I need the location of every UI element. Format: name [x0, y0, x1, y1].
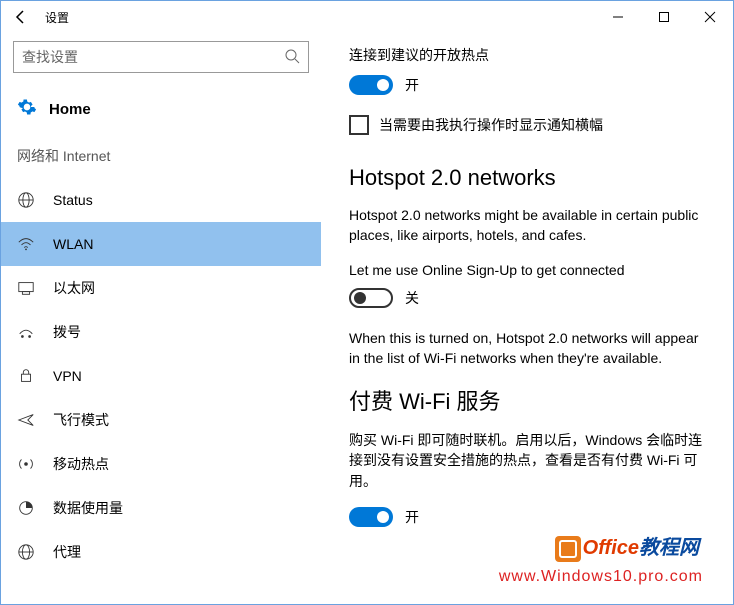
paid-wifi-desc: 购买 Wi-Fi 即可随时联机。启用以后，Windows 会临时连接到没有设置安… [349, 430, 705, 491]
hotspot2-note: When this is turned on, Hotspot 2.0 netw… [349, 328, 705, 369]
hotspot2-heading: Hotspot 2.0 networks [349, 165, 705, 191]
sidebar-item-label: 以太网 [53, 278, 95, 298]
sidebar-item-label: 移动热点 [53, 454, 109, 474]
paid-wifi-toggle[interactable] [349, 507, 393, 527]
home-button[interactable]: Home [1, 89, 321, 138]
sidebar-item-airplane[interactable]: 飞行模式 [1, 398, 321, 442]
online-signup-state: 关 [405, 288, 419, 308]
maximize-button[interactable] [641, 1, 687, 33]
watermark-brand: Office教程网 [555, 531, 699, 562]
vpn-icon [17, 367, 35, 385]
search-placeholder: 查找设置 [22, 47, 78, 67]
proxy-icon [17, 543, 35, 561]
sidebar-item-hotspot[interactable]: 移动热点 [1, 442, 321, 486]
sidebar-item-label: 代理 [53, 542, 81, 562]
hotspot-icon [17, 455, 35, 473]
wifi-icon [17, 235, 35, 253]
sidebar-item-label: VPN [53, 368, 82, 384]
sidebar-item-proxy[interactable]: 代理 [1, 530, 321, 574]
sidebar: 查找设置 Home 网络和 Internet Status WLAN 以太网 [1, 33, 321, 604]
data-usage-icon [17, 499, 35, 517]
sidebar-item-ethernet[interactable]: 以太网 [1, 266, 321, 310]
search-icon [284, 48, 300, 67]
close-button[interactable] [687, 1, 733, 33]
sidebar-item-vpn[interactable]: VPN [1, 354, 321, 398]
open-hotspot-toggle[interactable] [349, 75, 393, 95]
gear-icon [17, 97, 37, 122]
notify-checkbox[interactable] [349, 115, 369, 135]
search-input[interactable]: 查找设置 [13, 41, 309, 73]
brand-icon [555, 536, 581, 562]
sidebar-item-label: Status [53, 192, 93, 208]
category-header: 网络和 Internet [1, 138, 321, 178]
online-signup-toggle[interactable] [349, 288, 393, 308]
paid-wifi-heading: 付费 Wi-Fi 服务 [349, 384, 705, 416]
content-pane: 连接到建议的开放热点 开 当需要由我执行操作时显示通知横幅 Hotspot 2.… [321, 33, 733, 604]
sidebar-item-dialup[interactable]: 拨号 [1, 310, 321, 354]
airplane-icon [17, 411, 35, 429]
back-button[interactable] [1, 1, 41, 33]
sidebar-item-wlan[interactable]: WLAN [1, 222, 321, 266]
sidebar-item-label: WLAN [53, 236, 93, 252]
nav-list: Status WLAN 以太网 拨号 VPN 飞行模式 [1, 178, 321, 574]
hotspot2-desc: Hotspot 2.0 networks might be available … [349, 205, 705, 246]
notify-checkbox-label: 当需要由我执行操作时显示通知横幅 [379, 115, 603, 135]
window-title: 设置 [45, 9, 69, 26]
home-label: Home [49, 101, 91, 118]
sidebar-item-status[interactable]: Status [1, 178, 321, 222]
dialup-icon [17, 323, 35, 341]
open-hotspot-state: 开 [405, 75, 419, 95]
sidebar-item-datausage[interactable]: 数据使用量 [1, 486, 321, 530]
open-hotspot-label: 连接到建议的开放热点 [349, 45, 705, 65]
globe-icon [17, 191, 35, 209]
sidebar-item-label: 拨号 [53, 322, 81, 342]
watermark-url: www.Windows10.pro.com [499, 568, 703, 586]
paid-wifi-state: 开 [405, 507, 419, 527]
minimize-button[interactable] [595, 1, 641, 33]
ethernet-icon [17, 279, 35, 297]
sidebar-item-label: 数据使用量 [53, 498, 123, 518]
titlebar: 设置 [1, 1, 733, 33]
online-signup-label: Let me use Online Sign-Up to get connect… [349, 262, 705, 278]
sidebar-item-label: 飞行模式 [53, 410, 109, 430]
